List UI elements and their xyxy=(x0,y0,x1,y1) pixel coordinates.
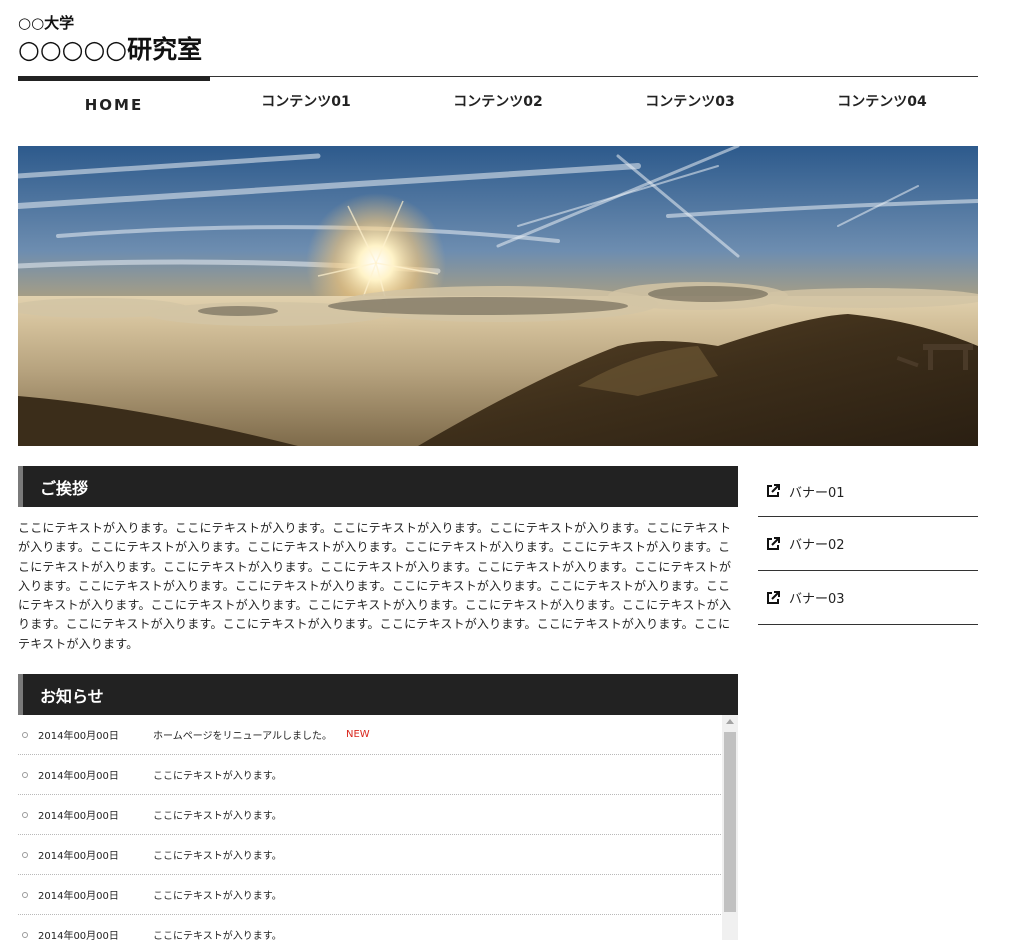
global-nav: HOME コンテンツ01 コンテンツ02 コンテンツ03 コンテンツ04 xyxy=(18,76,978,127)
bullet-circle-icon xyxy=(22,891,28,898)
news-list: 2014年00月00日 ホームページをリニューアルしました。 NEW 2014年… xyxy=(18,715,721,940)
greeting-heading: ご挨拶 xyxy=(18,466,738,507)
banner-label: バナー02 xyxy=(789,538,845,553)
banner-label: バナー03 xyxy=(789,592,845,607)
news-date: 2014年00月00日 xyxy=(38,931,119,940)
news-date: 2014年00月00日 xyxy=(38,891,119,903)
nav-item-contents02[interactable]: コンテンツ02 xyxy=(402,77,594,127)
nav-item-home[interactable]: HOME xyxy=(18,76,210,127)
news-text[interactable]: ここにテキストが入ります。 xyxy=(153,807,282,822)
banner-01[interactable]: バナー01 xyxy=(758,466,978,517)
nav-item-contents04[interactable]: コンテンツ04 xyxy=(786,77,978,127)
news-text[interactable]: ここにテキストが入ります。 xyxy=(153,887,282,902)
university-name[interactable]: ○○大学 xyxy=(18,14,978,32)
news-text[interactable]: ホームページをリニューアルしました。 xyxy=(153,727,332,742)
news-item[interactable]: 2014年00月00日 ここにテキストが入ります。 xyxy=(18,915,721,940)
page: ○○大学 ○○○○○研究室 HOME コンテンツ01 コンテンツ02 コンテンツ… xyxy=(0,0,1018,940)
scroll-up-arrow-icon[interactable] xyxy=(726,719,734,725)
news-text[interactable]: ここにテキストが入ります。 xyxy=(153,927,282,940)
news-heading: お知らせ xyxy=(18,674,738,716)
bullet-circle-icon xyxy=(22,771,28,778)
main-content: ご挨拶 ここにテキストが入ります。ここにテキストが入ります。ここにテキストが入り… xyxy=(18,466,738,940)
bullet-circle-icon xyxy=(22,851,28,858)
bullet-circle-icon xyxy=(22,731,28,738)
scroll-thumb[interactable] xyxy=(724,732,736,913)
news-list-box: 2014年00月00日 ホームページをリニューアルしました。 NEW 2014年… xyxy=(18,715,738,940)
news-item[interactable]: 2014年00月00日 ここにテキストが入ります。 xyxy=(18,755,721,796)
news-item[interactable]: 2014年00月00日 ここにテキストが入ります。 xyxy=(18,795,721,836)
banner-02[interactable]: バナー02 xyxy=(758,517,978,571)
news-date: 2014年00月00日 xyxy=(38,851,119,863)
news-date: 2014年00月00日 xyxy=(38,771,119,783)
nav-item-contents01[interactable]: コンテンツ01 xyxy=(210,77,402,127)
external-link-icon xyxy=(767,536,780,550)
bullet-circle-icon xyxy=(22,811,28,818)
sunrise-over-clouds-image xyxy=(18,146,978,446)
news-date: 2014年00月00日 xyxy=(38,731,119,743)
external-link-icon xyxy=(767,590,780,604)
bullet-circle-icon xyxy=(22,931,28,938)
site-header: ○○大学 ○○○○○研究室 xyxy=(18,14,978,67)
hero-image xyxy=(18,146,978,446)
news-scrollbar[interactable] xyxy=(722,715,738,940)
news-date: 2014年00月00日 xyxy=(38,811,119,823)
nav-item-contents03[interactable]: コンテンツ03 xyxy=(594,77,786,127)
banner-label: バナー01 xyxy=(789,485,845,501)
new-badge: NEW xyxy=(346,729,370,741)
news-item[interactable]: 2014年00月00日 ここにテキストが入ります。 xyxy=(18,875,721,916)
banner-03[interactable]: バナー03 xyxy=(758,571,978,625)
news-item[interactable]: 2014年00月00日 ここにテキストが入ります。 xyxy=(18,835,721,876)
news-item[interactable]: 2014年00月00日 ホームページをリニューアルしました。 NEW xyxy=(18,715,721,756)
news-text[interactable]: ここにテキストが入ります。 xyxy=(153,847,282,862)
sidebar: バナー01 バナー02 バナー03 xyxy=(758,466,978,625)
news-text[interactable]: ここにテキストが入ります。 xyxy=(153,767,282,782)
external-link-icon xyxy=(767,484,780,497)
greeting-body: ここにテキストが入ります。ここにテキストが入ります。ここにテキストが入ります。こ… xyxy=(18,521,732,651)
lab-name[interactable]: ○○○○○研究室 xyxy=(18,33,978,67)
